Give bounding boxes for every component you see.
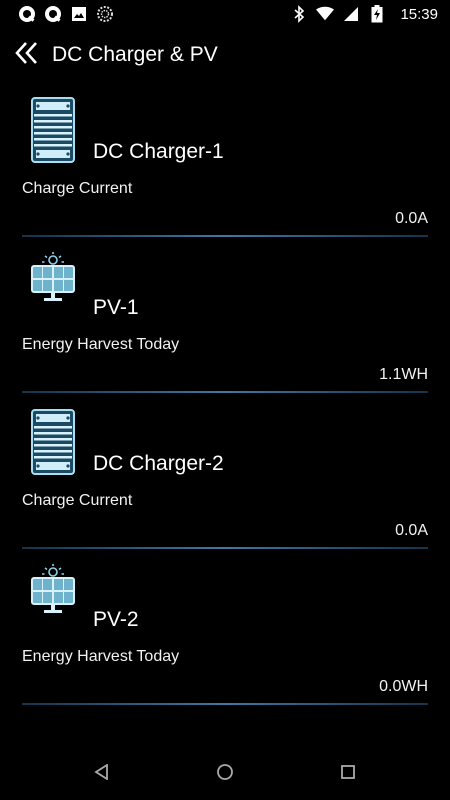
divider: [22, 547, 428, 549]
app-bar: DC Charger & PV: [0, 32, 450, 78]
device-name: PV-1: [93, 296, 139, 319]
metric-label: Charge Current: [22, 180, 133, 197]
page-title: DC Charger & PV: [52, 43, 218, 66]
home-circle-icon: [216, 763, 234, 786]
divider: [22, 391, 428, 393]
bluetooth-icon: [290, 5, 308, 23]
q-app-icon: [18, 5, 36, 23]
image-icon: [70, 5, 88, 23]
signal-icon: [342, 5, 360, 23]
dc-charger-icon: [30, 408, 76, 476]
device-name: DC Charger-2: [93, 452, 224, 475]
dc-charger-icon: [30, 96, 76, 164]
metric-value: 0.0A: [395, 522, 428, 539]
nav-recents-button[interactable]: [318, 754, 378, 794]
metric-value: 1.1WH: [379, 366, 428, 383]
metric-value: 0.0A: [395, 210, 428, 227]
recents-square-icon: [340, 764, 356, 785]
device-card-pv-2[interactable]: PV-2 Energy Harvest Today 0.0WH: [22, 560, 428, 716]
wifi-icon: [316, 5, 335, 23]
system-icons: 15:39: [290, 5, 438, 23]
notification-icons: [18, 5, 114, 23]
status-time: 15:39: [400, 5, 438, 23]
device-name: PV-2: [93, 608, 139, 631]
metric-label: Energy Harvest Today: [22, 648, 180, 665]
double-chevron-left-icon: [14, 41, 40, 70]
q-app-icon: [44, 5, 62, 23]
metric-label: Energy Harvest Today: [22, 336, 180, 353]
status-bar: 15:39: [0, 0, 450, 28]
loading-icon: [96, 5, 114, 23]
nav-back-button[interactable]: [72, 754, 132, 794]
device-name: DC Charger-1: [93, 140, 224, 163]
battery-charging-icon: [368, 5, 386, 23]
back-button[interactable]: [2, 32, 52, 78]
divider: [22, 235, 428, 237]
device-list: DC Charger-1 Charge Current 0.0A PV-1 En…: [0, 92, 450, 716]
device-card-pv-1[interactable]: PV-1 Energy Harvest Today 1.1WH: [22, 248, 428, 404]
back-triangle-icon: [93, 762, 110, 785]
solar-panel-icon: [30, 564, 76, 632]
metric-label: Charge Current: [22, 492, 133, 509]
device-card-dc-charger-2[interactable]: DC Charger-2 Charge Current 0.0A: [22, 404, 428, 560]
divider: [22, 703, 428, 705]
navigation-bar: [0, 748, 450, 800]
nav-home-button[interactable]: [195, 754, 255, 794]
device-card-dc-charger-1[interactable]: DC Charger-1 Charge Current 0.0A: [22, 92, 428, 248]
metric-value: 0.0WH: [379, 678, 428, 695]
solar-panel-icon: [30, 252, 76, 320]
